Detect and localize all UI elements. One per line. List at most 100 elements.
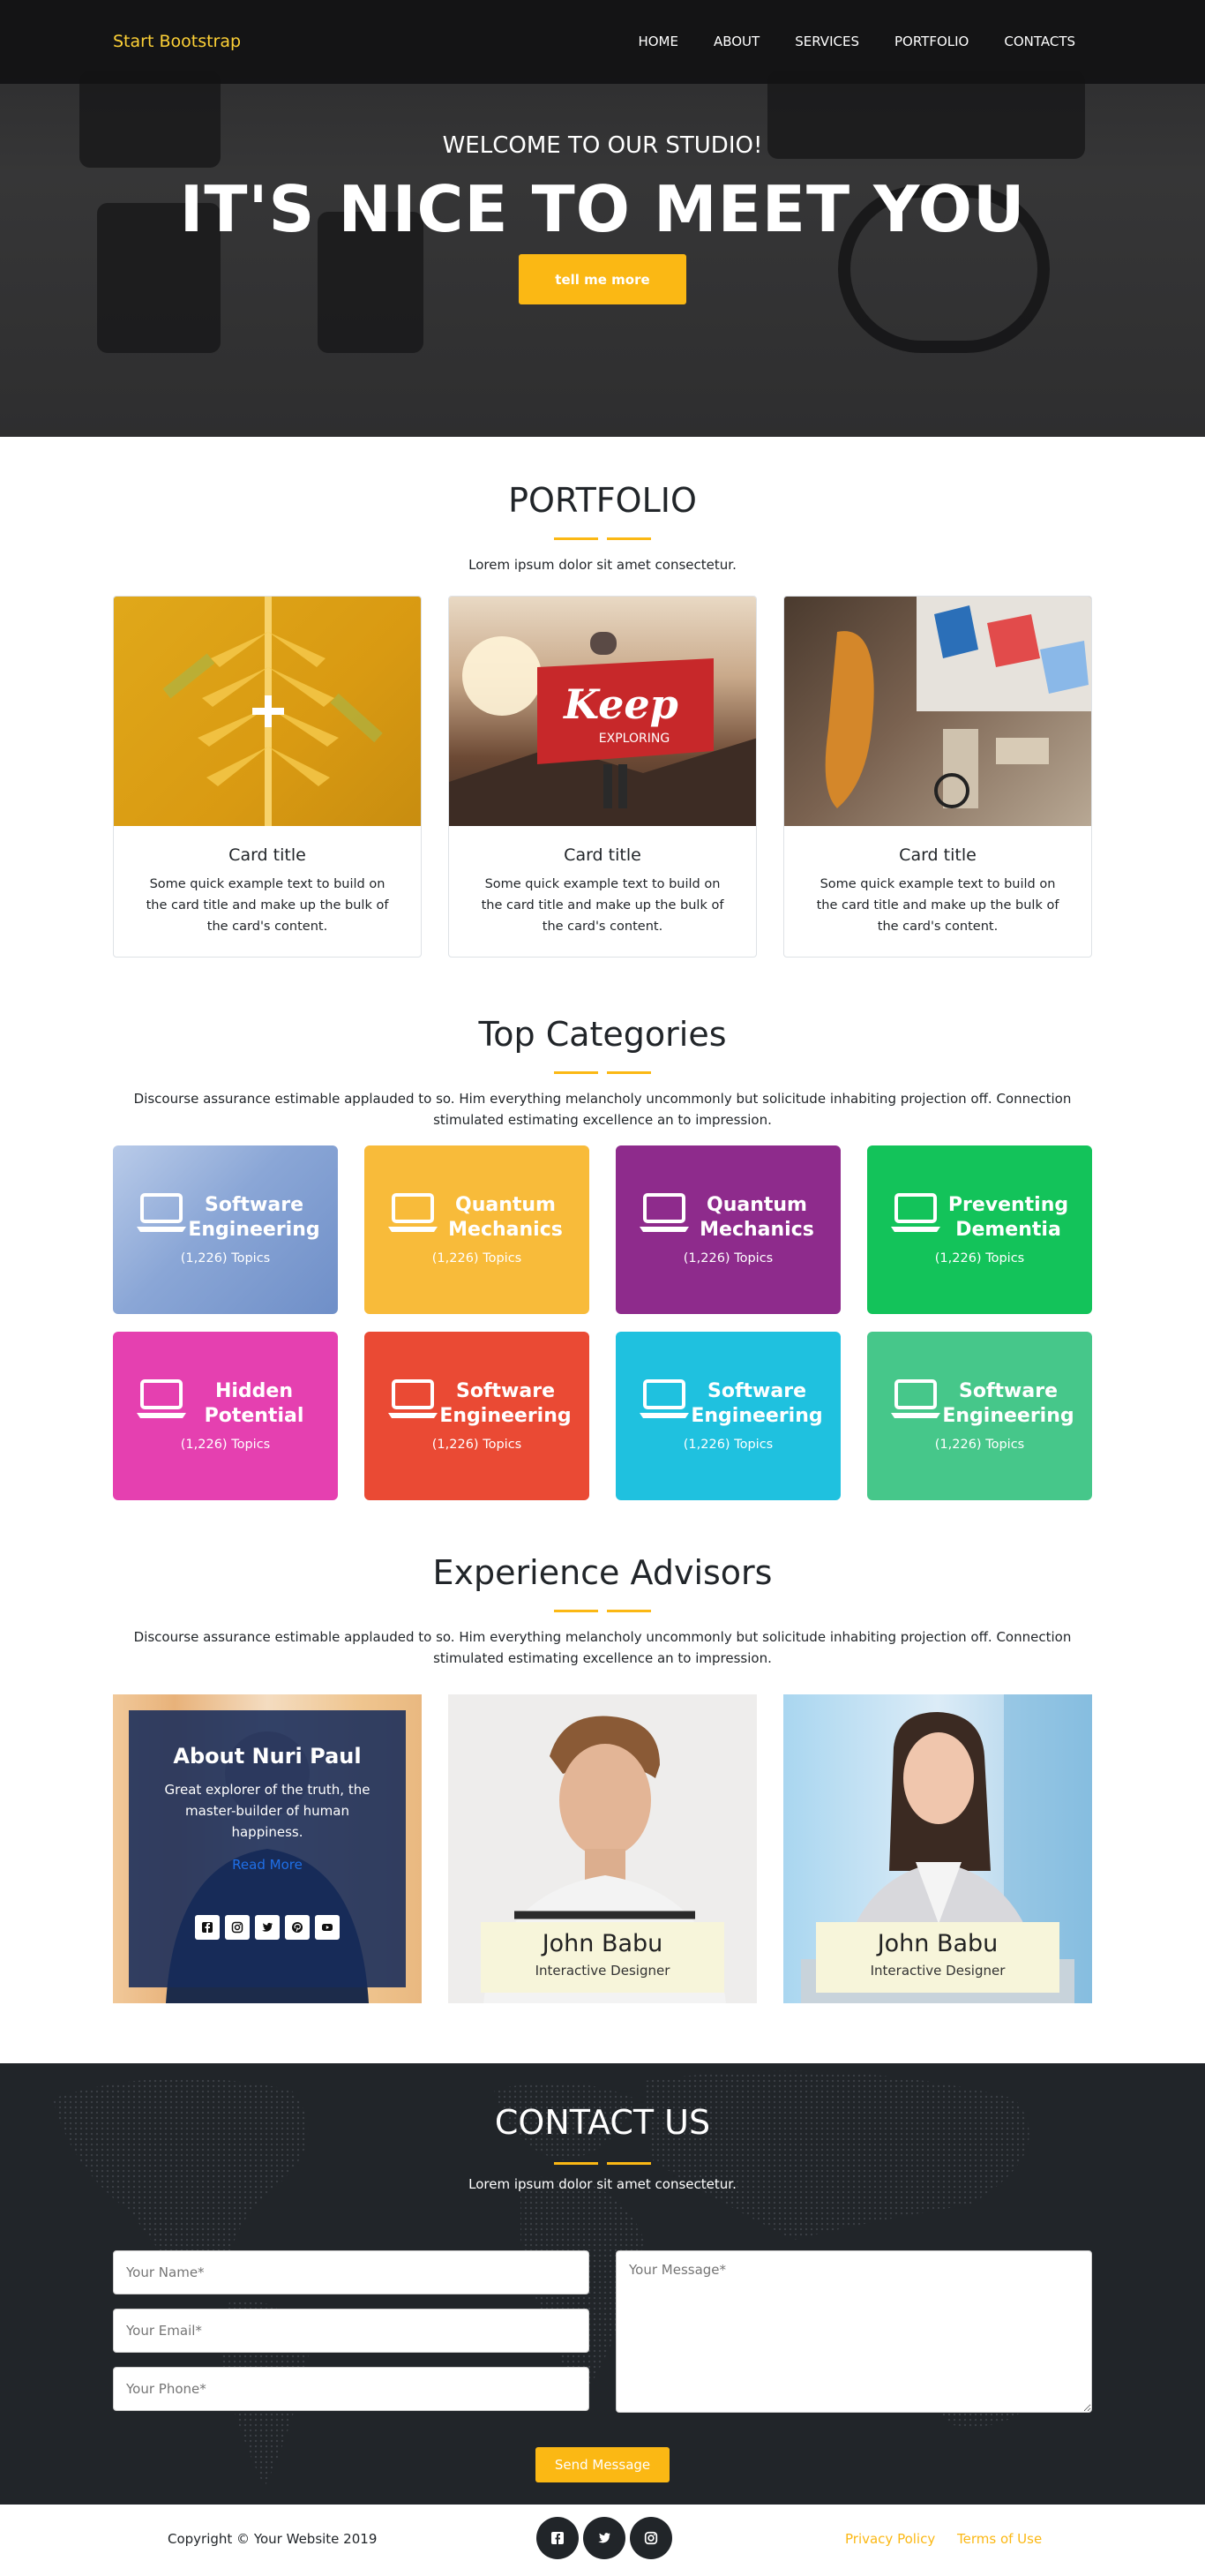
- title-divider: [554, 1071, 651, 1074]
- nav-links: HOME ABOUT SERVICES PORTFOLIO CONTACTS: [602, 34, 1075, 49]
- card-image-keep-exploring[interactable]: Keep EXPLORING: [449, 597, 756, 826]
- footer: Copyright © Your Website 2019 Privacy Po…: [0, 2505, 1205, 2576]
- advisor-role: Interactive Designer: [535, 1963, 670, 1979]
- footer-links: Privacy Policy Terms of Use: [845, 2531, 1059, 2547]
- twitter-icon[interactable]: [255, 1915, 280, 1940]
- nav-link-about[interactable]: ABOUT: [714, 34, 760, 49]
- nav-link-services[interactable]: SERVICES: [795, 34, 859, 49]
- advisors-subtitle: Discourse assurance estimable applauded …: [133, 1629, 1072, 1666]
- category-name: Software Engineering: [691, 1380, 823, 1427]
- terms-of-use-link[interactable]: Terms of Use: [957, 2531, 1042, 2547]
- youtube-icon[interactable]: [315, 1915, 340, 1940]
- card-image-hangers[interactable]: [114, 597, 421, 826]
- title-divider: [554, 1610, 651, 1612]
- privacy-policy-link[interactable]: Privacy Policy: [845, 2531, 935, 2547]
- advisor-name-box: John Babu Interactive Designer: [481, 1922, 724, 1993]
- contact-section: CONTACT US Lorem ipsum dolor sit amet co…: [0, 2063, 1205, 2505]
- keep-exploring-illustration: Keep EXPLORING: [449, 632, 756, 826]
- portfolio-section: PORTFOLIO Lorem ipsum dolor sit amet con…: [0, 481, 1205, 958]
- advisor-overlay: About Nuri Paul Great explorer of the tr…: [129, 1710, 406, 1987]
- contact-title: CONTACT US: [494, 2103, 711, 2142]
- categories-subtitle: Discourse assurance estimable applauded …: [133, 1091, 1072, 1128]
- facebook-icon[interactable]: [195, 1915, 220, 1940]
- category-tile[interactable]: Quantum Mechanics (1,226) Topics: [364, 1145, 589, 1314]
- message-input[interactable]: [616, 2250, 1092, 2413]
- twitter-icon[interactable]: [583, 2517, 625, 2559]
- flag-exploring-text: EXPLORING: [599, 732, 670, 746]
- plus-icon[interactable]: [251, 694, 286, 729]
- hero-title: IT'S NICE TO MEET YOU: [179, 172, 1026, 246]
- category-topic-count: (1,226) Topics: [180, 1251, 271, 1265]
- nav-link-portfolio[interactable]: PORTFOLIO: [894, 34, 969, 49]
- portfolio-card[interactable]: Keep EXPLORING Card title Some quick exa…: [448, 596, 757, 958]
- card-title: Card title: [228, 845, 306, 865]
- category-name: Software Engineering: [942, 1380, 1074, 1427]
- category-tile[interactable]: Quantum Mechanics (1,226) Topics: [616, 1145, 841, 1314]
- advisor-overlay-text: Great explorer of the truth, the master-…: [164, 1782, 370, 1840]
- workbench-illustration: [825, 597, 1091, 808]
- advisor-cards: About Nuri Paul Great explorer of the tr…: [113, 1694, 1092, 2003]
- card-title: Card title: [564, 845, 641, 865]
- advisors-title: Experience Advisors: [432, 1553, 773, 1592]
- portfolio-title: PORTFOLIO: [508, 481, 697, 520]
- navbar: Start Bootstrap HOME ABOUT SERVICES PORT…: [0, 0, 1205, 84]
- category-name: Preventing Dementia: [947, 1194, 1069, 1241]
- portfolio-cards: Card title Some quick example text to bu…: [113, 596, 1092, 958]
- tell-me-more-button[interactable]: tell me more: [519, 254, 686, 304]
- category-tiles: Software Engineering (1,226) Topics Quantu…: [113, 1145, 1092, 1500]
- phone-input[interactable]: [113, 2367, 589, 2411]
- portfolio-subtitle: Lorem ipsum dolor sit amet consectetur.: [468, 557, 737, 573]
- category-tile[interactable]: Software Engineering (1,226) Topics: [867, 1332, 1092, 1500]
- category-tile[interactable]: Software Engineering (1,226) Topics: [364, 1332, 589, 1500]
- category-topic-count: (1,226) Topics: [683, 1438, 774, 1452]
- category-tile[interactable]: Software Engineering (1,226) Topics: [616, 1332, 841, 1500]
- category-topic-count: (1,226) Topics: [431, 1438, 522, 1452]
- read-more-link[interactable]: Read More: [129, 1857, 406, 1873]
- category-topic-count: (1,226) Topics: [180, 1438, 271, 1452]
- category-topic-count: (1,226) Topics: [934, 1438, 1025, 1452]
- category-tile[interactable]: Preventing Dementia (1,226) Topics: [867, 1145, 1092, 1314]
- advisors-section: Experience Advisors Discourse assurance …: [0, 1553, 1205, 2003]
- categories-section: Top Categories Discourse assurance estim…: [0, 1015, 1205, 1500]
- advisor-card-featured[interactable]: About Nuri Paul Great explorer of the tr…: [113, 1694, 422, 2003]
- flag-keep-text: Keep: [562, 680, 678, 728]
- category-name: Quantum Mechanics: [700, 1194, 814, 1241]
- nav-link-contacts[interactable]: CONTACTS: [1004, 34, 1075, 49]
- copyright-text: Copyright © Your Website 2019: [168, 2531, 378, 2547]
- category-tile[interactable]: Hidden Potential (1,226) Topics: [113, 1332, 338, 1500]
- portfolio-card[interactable]: Card title Some quick example text to bu…: [783, 596, 1092, 958]
- advisor-name: John Babu: [877, 1930, 999, 1957]
- pinterest-icon[interactable]: [285, 1915, 310, 1940]
- advisor-name-box: John Babu Interactive Designer: [816, 1922, 1059, 1993]
- facebook-icon[interactable]: [536, 2517, 579, 2559]
- advisor-social-links: [129, 1915, 406, 1940]
- advisor-card[interactable]: John Babu Interactive Designer: [783, 1694, 1092, 2003]
- card-text: Some quick example text to build on the …: [481, 877, 724, 934]
- card-title: Card title: [899, 845, 977, 865]
- category-name: Hidden Potential: [204, 1380, 304, 1427]
- card-text: Some quick example text to build on the …: [816, 877, 1059, 934]
- category-name: Quantum Mechanics: [448, 1194, 563, 1241]
- instagram-icon[interactable]: [630, 2517, 672, 2559]
- send-message-button[interactable]: Send Message: [535, 2447, 670, 2482]
- instagram-icon[interactable]: [225, 1915, 250, 1940]
- name-input[interactable]: [113, 2250, 589, 2294]
- hero-subtitle: WELCOME TO OUR STUDIO!: [442, 132, 763, 159]
- title-divider: [554, 2162, 651, 2165]
- portfolio-card[interactable]: Card title Some quick example text to bu…: [113, 596, 422, 958]
- footer-social-links: [536, 2517, 677, 2559]
- contact-subtitle: Lorem ipsum dolor sit amet consectetur.: [468, 2176, 737, 2192]
- advisor-name: John Babu: [542, 1930, 663, 1957]
- advisor-role: Interactive Designer: [870, 1963, 1006, 1979]
- brand-logo[interactable]: Start Bootstrap: [113, 32, 241, 51]
- categories-title: Top Categories: [478, 1015, 727, 1054]
- card-image-workbench[interactable]: [784, 597, 1091, 826]
- advisor-card[interactable]: John Babu Interactive Designer: [448, 1694, 757, 2003]
- category-topic-count: (1,226) Topics: [683, 1251, 774, 1265]
- category-name: Software Engineering: [439, 1380, 572, 1427]
- nav-link-home[interactable]: HOME: [638, 34, 678, 49]
- category-topic-count: (1,226) Topics: [431, 1251, 522, 1265]
- email-input[interactable]: [113, 2309, 589, 2353]
- card-text: Some quick example text to build on the …: [146, 877, 389, 934]
- category-tile[interactable]: Software Engineering (1,226) Topics: [113, 1145, 338, 1314]
